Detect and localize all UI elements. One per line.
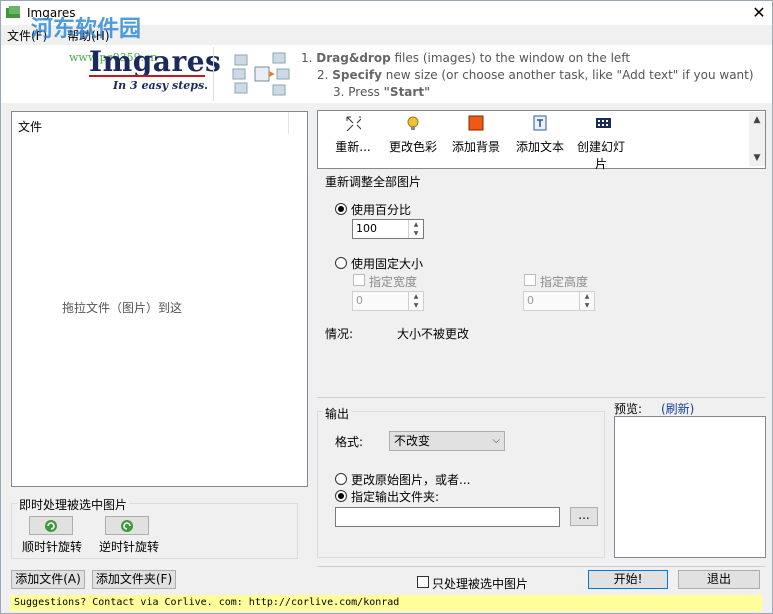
width-stepper-buttons[interactable]: ▲ ▼ (408, 292, 423, 310)
width-checkbox[interactable] (353, 274, 365, 286)
height-checkbox[interactable] (524, 274, 536, 286)
height-label: 指定高度 (540, 275, 589, 289)
change-original-radio[interactable] (335, 473, 347, 485)
format-value: 不改变 (394, 434, 431, 448)
scroll-down-icon[interactable]: ▼ (749, 150, 765, 166)
rotate-cw-label: 顺时针旋转 (22, 540, 83, 554)
rotate-cw-button[interactable] (29, 516, 73, 535)
header-divider (213, 47, 214, 101)
tools-scrollbar[interactable]: ▲ ▼ (749, 112, 765, 166)
width-label: 指定宽度 (369, 275, 418, 289)
stepper-up-icon[interactable]: ▲ (409, 220, 423, 229)
specify-folder-label: 指定输出文件夹: (351, 490, 440, 504)
app-icon (6, 6, 20, 18)
chevron-down-icon: ⌵ (492, 435, 500, 446)
stepper-up-icon[interactable]: ▲ (409, 292, 423, 301)
logo-text: Imgares (89, 45, 222, 78)
output-folder-input[interactable] (335, 507, 560, 527)
stepper-down-icon[interactable]: ▼ (409, 301, 423, 310)
browse-button[interactable]: ... (570, 507, 598, 526)
section-divider (317, 397, 765, 398)
workflow-graphic-icon (232, 52, 290, 96)
only-selected-label: 只处理被选中图片 (432, 577, 529, 591)
column-divider (288, 112, 289, 134)
refresh-link[interactable]: (刷新) (661, 400, 694, 417)
only-selected-checkbox[interactable] (417, 576, 429, 588)
percent-stepper[interactable]: 100 ▲ ▼ (352, 219, 424, 239)
tool-text[interactable]: 添加文本 (512, 115, 568, 155)
width-stepper[interactable]: 0 ▲ ▼ (352, 291, 424, 311)
status-label: 情况: (325, 327, 354, 341)
resize-arrows-icon (346, 116, 364, 132)
background-square-icon (468, 115, 484, 131)
tool-resize-label: 重新... (335, 140, 371, 154)
scroll-up-icon[interactable]: ▲ (749, 112, 765, 128)
tool-text-label: 添加文本 (515, 140, 564, 154)
exit-button[interactable]: 退出 (678, 570, 760, 589)
tool-background[interactable]: 添加背景 (449, 115, 503, 155)
file-list[interactable]: 文件 拖拉文件（图片）到这 (11, 111, 308, 487)
tool-slideshow[interactable]: 创建幻灯片 (576, 115, 630, 172)
tool-resize[interactable]: 重新... (327, 115, 379, 155)
drop-hint: 拖拉文件（图片）到这 (62, 301, 183, 315)
close-icon[interactable]: ✕ (747, 3, 771, 23)
film-strip-icon (596, 118, 612, 128)
format-select[interactable]: 不改变 ⌵ (389, 431, 505, 451)
add-folder-button[interactable]: 添加文件夹(F) (92, 570, 176, 589)
text-doc-icon (533, 115, 547, 131)
instant-group-label: 即时处理被选中图片 (17, 496, 130, 513)
file-list-header: 文件 (18, 120, 43, 134)
rotate-ccw-label: 逆时针旋转 (99, 540, 160, 554)
status-value: 大小不被更改 (397, 327, 470, 341)
logo-underline (89, 75, 205, 77)
change-original-label: 更改原始图片，或者... (351, 473, 471, 487)
add-files-button[interactable]: 添加文件(A) (11, 570, 85, 589)
tool-color-label: 更改色彩 (388, 140, 437, 154)
use-fixed-radio[interactable] (335, 257, 347, 269)
steps-instructions: 1. Drag&drop files (images) to the windo… (301, 51, 754, 99)
suggestions-bar: Suggestions? Contact via Corlive. com: h… (10, 595, 762, 611)
stepper-up-icon[interactable]: ▲ (580, 292, 594, 301)
height-stepper[interactable]: 0 ▲ ▼ (523, 291, 595, 311)
stepper-down-icon[interactable]: ▼ (409, 229, 423, 238)
use-fixed-label: 使用固定大小 (351, 257, 424, 271)
bottom-divider (317, 566, 765, 567)
use-percent-radio[interactable] (335, 203, 347, 215)
logo-tagline: In 3 easy steps. (113, 79, 208, 92)
percent-value: 100 (356, 222, 377, 235)
width-value: 0 (356, 294, 363, 307)
tool-background-label: 添加背景 (451, 140, 500, 154)
stepper-down-icon[interactable]: ▼ (580, 301, 594, 310)
resize-title: 重新调整全部图片 (325, 175, 422, 189)
color-bulb-icon (407, 116, 419, 130)
rotate-ccw-icon (121, 520, 133, 532)
height-value: 0 (527, 294, 534, 307)
preview-box (614, 416, 766, 558)
specify-folder-radio[interactable] (335, 490, 347, 502)
rotate-ccw-button[interactable] (105, 516, 149, 535)
scroll-track[interactable] (749, 128, 765, 150)
tool-slideshow-label: 创建幻灯片 (576, 140, 625, 171)
site-watermark: 河东软件园 (31, 17, 142, 42)
percent-stepper-buttons[interactable]: ▲ ▼ (408, 220, 423, 238)
start-button[interactable]: 开始! (588, 570, 668, 589)
app-window: Imgares ✕ 文件(F) 帮助(H) 河东软件园 www.pc0359.c… (0, 0, 773, 614)
format-label: 格式: (335, 435, 364, 449)
use-percent-label: 使用百分比 (351, 203, 412, 217)
rotate-cw-icon (45, 520, 57, 532)
height-stepper-buttons[interactable]: ▲ ▼ (579, 292, 594, 310)
output-title: 输出 (323, 405, 352, 422)
tool-color[interactable]: 更改色彩 (387, 115, 439, 155)
preview-label: 预览: (614, 402, 643, 416)
